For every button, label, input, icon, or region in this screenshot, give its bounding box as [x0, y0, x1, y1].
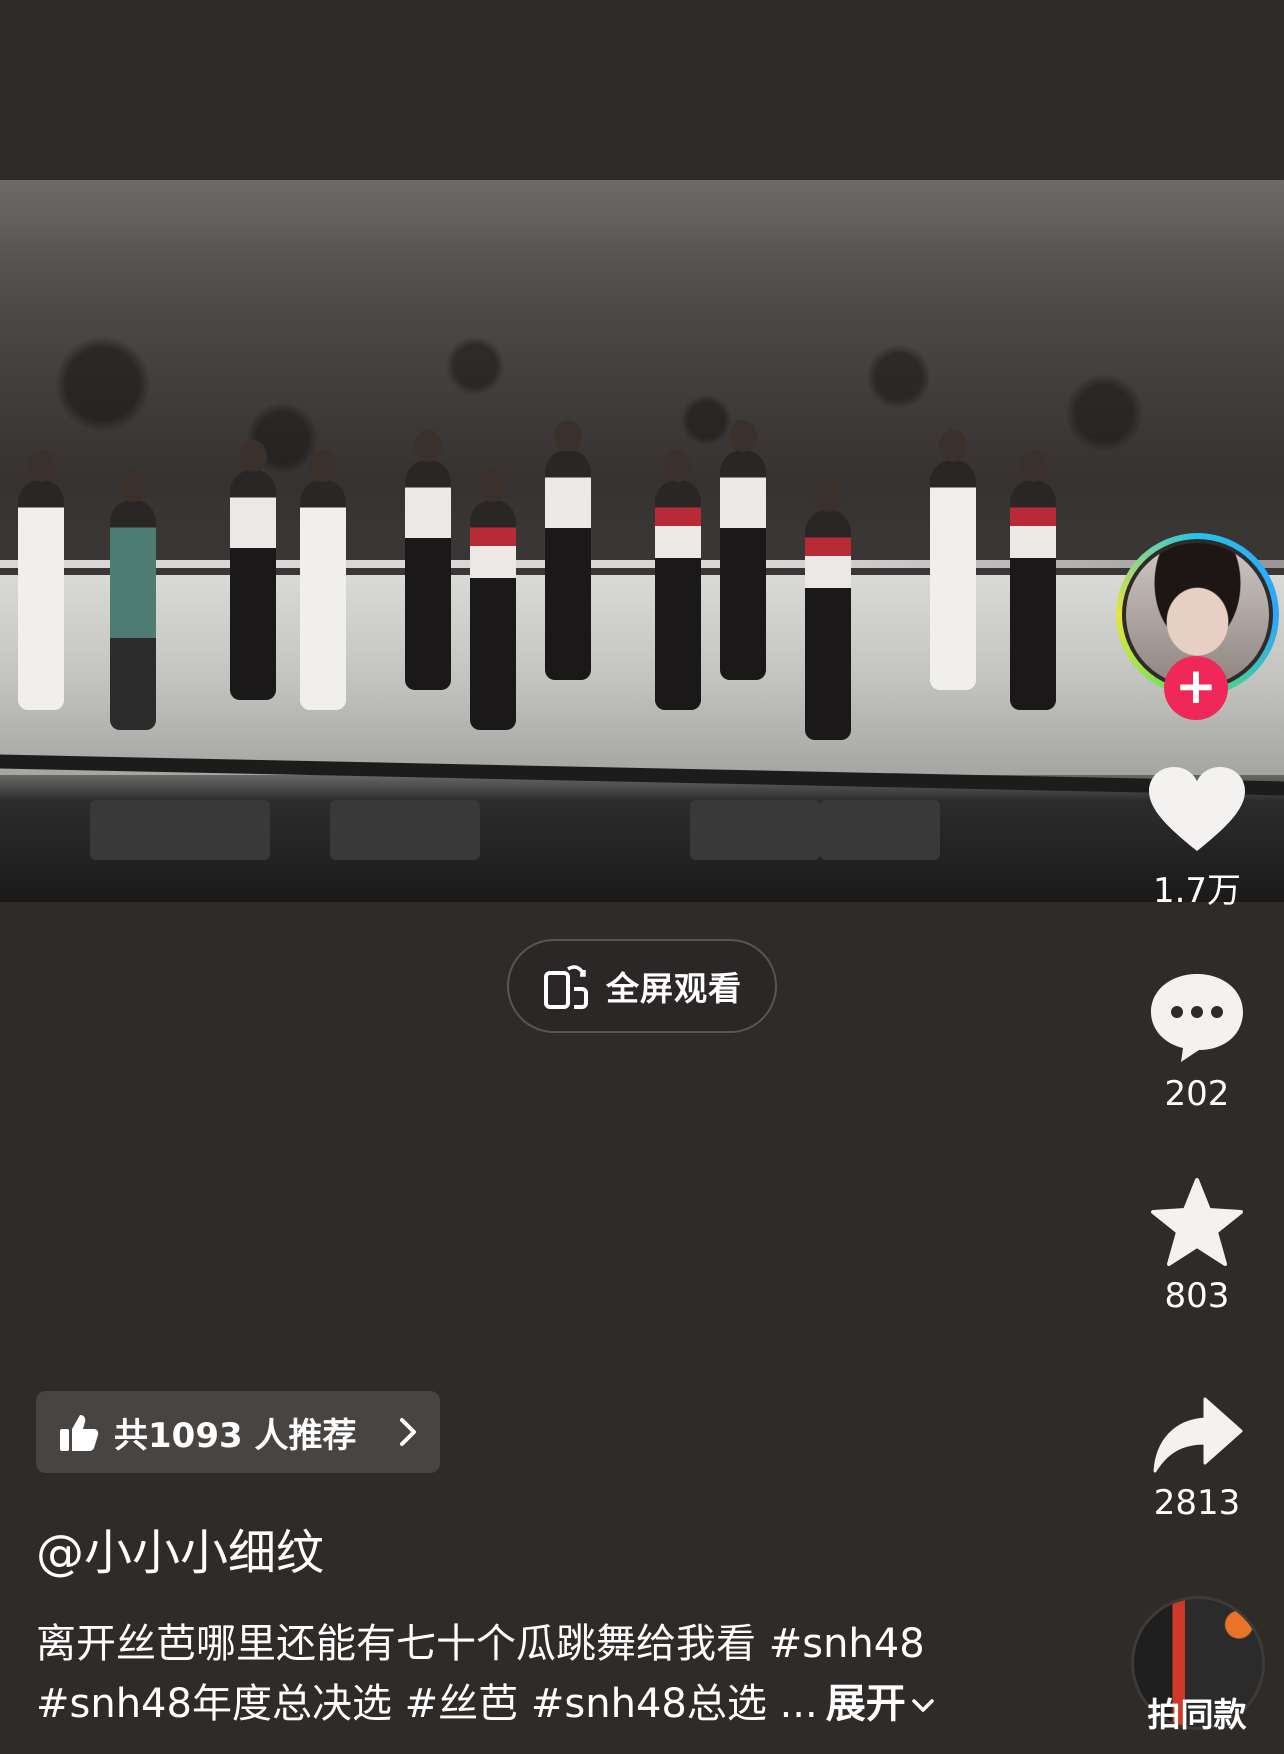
share-button[interactable]: 2813	[1110, 1395, 1284, 1523]
share-arrow-icon	[1153, 1397, 1243, 1473]
fullscreen-rotate-icon	[544, 965, 588, 1009]
performer	[110, 470, 156, 730]
recommend-label: 共1093 人推荐	[114, 1415, 357, 1456]
star-icon	[1151, 1178, 1243, 1266]
chevron-right-icon	[400, 1418, 416, 1446]
fullscreen-label: 全屏观看	[606, 969, 742, 1008]
post-description: 离开丝芭哪里还能有七十个瓜跳舞给我看 #snh48 #snh48年度总决选 #丝…	[36, 1614, 1036, 1734]
performer	[1010, 450, 1056, 710]
recommend-chip[interactable]: 共1093 人推荐	[36, 1391, 440, 1473]
same-style-label[interactable]: 拍同款	[1110, 1688, 1284, 1736]
performer	[720, 420, 766, 680]
performer	[930, 430, 976, 690]
like-count: 1.7万	[1152, 871, 1242, 911]
thumbs-up-icon	[60, 1415, 99, 1451]
performer	[655, 450, 701, 710]
chevron-down-icon	[911, 1699, 934, 1712]
follow-button[interactable]: +	[1164, 656, 1228, 720]
performer	[545, 420, 591, 680]
performer	[805, 480, 851, 740]
performer	[470, 470, 516, 730]
video-crowd-backdrop	[0, 240, 1284, 600]
favorite-count: 803	[1164, 1276, 1230, 1316]
comment-button[interactable]: 202	[1110, 970, 1284, 1114]
expand-button[interactable]: 展开	[826, 1681, 936, 1727]
stage-equipment	[690, 800, 820, 860]
stage-equipment	[820, 800, 940, 860]
video-player[interactable]	[0, 180, 1284, 902]
performer	[18, 450, 64, 710]
stage-light-strip	[0, 560, 1284, 568]
performer	[405, 430, 451, 690]
description-line-2: #snh48年度总决选 #丝芭 #snh48总选 ... 展开	[36, 1674, 1036, 1734]
comment-dots-icon	[1151, 974, 1243, 1062]
performer	[230, 440, 276, 700]
stage-equipment	[330, 800, 480, 860]
share-count: 2813	[1153, 1483, 1241, 1523]
plus-icon: +	[1175, 657, 1217, 715]
description-line-1: 离开丝芭哪里还能有七十个瓜跳舞给我看 #snh48	[36, 1621, 925, 1667]
stage-equipment	[90, 800, 270, 860]
favorite-button[interactable]: 803	[1110, 1176, 1284, 1316]
fullscreen-button[interactable]: 全屏观看	[507, 939, 777, 1033]
stage-floor	[0, 575, 1284, 775]
performer	[300, 450, 346, 710]
expand-label: 展开	[825, 1681, 906, 1727]
heart-icon	[1149, 767, 1245, 851]
like-button[interactable]: 1.7万	[1110, 765, 1284, 912]
description-line-2-text: #snh48年度总决选 #丝芭 #snh48总选 ...	[36, 1681, 818, 1727]
comment-count: 202	[1164, 1074, 1230, 1114]
video-feed-screen: 全屏观看 + 1.7万 202 803 2813 拍同款 共1093 人推荐 @…	[0, 0, 1284, 1754]
author-name[interactable]: @小小小细纹	[36, 1513, 324, 1583]
